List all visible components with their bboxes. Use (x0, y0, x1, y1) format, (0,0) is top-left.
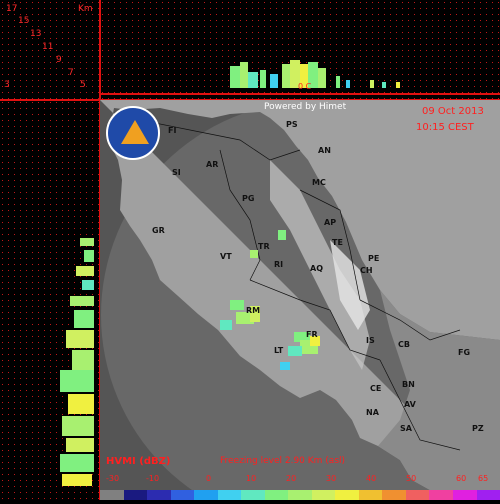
height-label-11: 11 (42, 42, 53, 52)
city-fi: FI (168, 126, 176, 135)
city-pg: PG (242, 194, 254, 203)
city-tr: TR (258, 242, 270, 251)
legend-ticks: -30 -10 0 10 20 30 40 50 60 65 (100, 474, 500, 486)
legend-swatch (312, 490, 336, 500)
city-vt: VT (220, 252, 232, 261)
city-gr: GR (152, 226, 165, 235)
map-svg (100, 100, 500, 500)
legend-color-bar (100, 490, 500, 500)
legend-tick-label: -10 (146, 474, 159, 483)
height-label-15: 15 (18, 16, 29, 26)
height-label-17: 17 (6, 4, 17, 14)
legend-swatch (194, 490, 218, 500)
left-profile-panel (0, 100, 100, 500)
city-ch: CH (360, 266, 373, 275)
legend-swatch (147, 490, 171, 500)
legend-tick-label: 60 (456, 474, 466, 483)
legend-swatch (335, 490, 359, 500)
city-is: IS (366, 336, 375, 345)
legend-swatch (477, 490, 500, 500)
radar-composite: 17 Km 15 13 11 9 7 5 3 (0, 0, 500, 500)
city-cb: CB (398, 340, 410, 349)
radar-map[interactable]: Powered by Himet 09 Oct 2013 10:15 CEST … (100, 100, 500, 500)
legend-swatch (218, 490, 242, 500)
city-ri: RI (274, 260, 283, 269)
logo-triangle (121, 120, 149, 144)
top-profile-panel: 0 C (100, 0, 500, 100)
city-ap: AP (324, 218, 336, 227)
legend-tick-label: 40 (366, 474, 376, 483)
city-pz: PZ (472, 424, 484, 433)
time-text: 10:15 CEST (416, 122, 474, 133)
legend-swatch (406, 490, 430, 500)
height-label-3: 3 (4, 80, 10, 90)
city-aq: AQ (310, 264, 323, 273)
legend-product: HVMI (dBZ) (106, 456, 170, 467)
legend-swatch (429, 490, 453, 500)
height-axis-panel: 17 Km 15 13 11 9 7 5 3 (0, 0, 100, 100)
city-ps: PS (286, 120, 298, 129)
legend-swatch (241, 490, 265, 500)
city-rm: RM (246, 306, 260, 315)
legend-swatch (288, 490, 312, 500)
legend-swatch (453, 490, 477, 500)
city-ar: AR (206, 160, 218, 169)
city-ce: CE (370, 384, 381, 393)
legend-tick-label: 0 (206, 474, 211, 483)
legend-tick-label: 30 (326, 474, 336, 483)
legend-tick-label: 65 (478, 474, 488, 483)
legend-tick-label: 20 (286, 474, 296, 483)
height-label-9: 9 (56, 55, 62, 65)
powered-by-text: Powered by Himet (264, 102, 346, 112)
city-an: AN (318, 146, 331, 155)
left-profile-grid (0, 100, 100, 500)
legend-freezing-level: Freezing level 2.90 Km (asl) (220, 456, 345, 466)
legend-swatch (171, 490, 195, 500)
city-na: NA (366, 408, 379, 417)
height-label-7: 7 (68, 68, 74, 78)
date-text: 09 Oct 2013 (422, 106, 484, 117)
protezione-civile-logo (106, 106, 160, 160)
city-mc: MC (312, 178, 326, 187)
city-bn: BN (402, 380, 415, 389)
legend-tick-label: 50 (406, 474, 416, 483)
city-te: TE (332, 238, 343, 247)
city-si: SI (172, 168, 181, 177)
freezing-line-label: 0 C (298, 82, 311, 91)
legend-tick-label: 10 (246, 474, 256, 483)
city-pe: PE (368, 254, 379, 263)
legend-tick-label: -30 (106, 474, 119, 483)
legend-swatch (124, 490, 148, 500)
legend-swatch (265, 490, 289, 500)
legend-swatch (100, 490, 124, 500)
city-fr: FR (306, 330, 318, 339)
height-unit: Km (78, 4, 93, 14)
height-label-5: 5 (80, 80, 86, 90)
height-label-13: 13 (30, 29, 41, 39)
city-sa: SA (400, 424, 412, 433)
city-lt: LT (274, 346, 283, 355)
legend-swatch (359, 490, 383, 500)
legend-swatch (382, 490, 406, 500)
city-av: AV (404, 400, 416, 409)
city-fg: FG (458, 348, 470, 357)
